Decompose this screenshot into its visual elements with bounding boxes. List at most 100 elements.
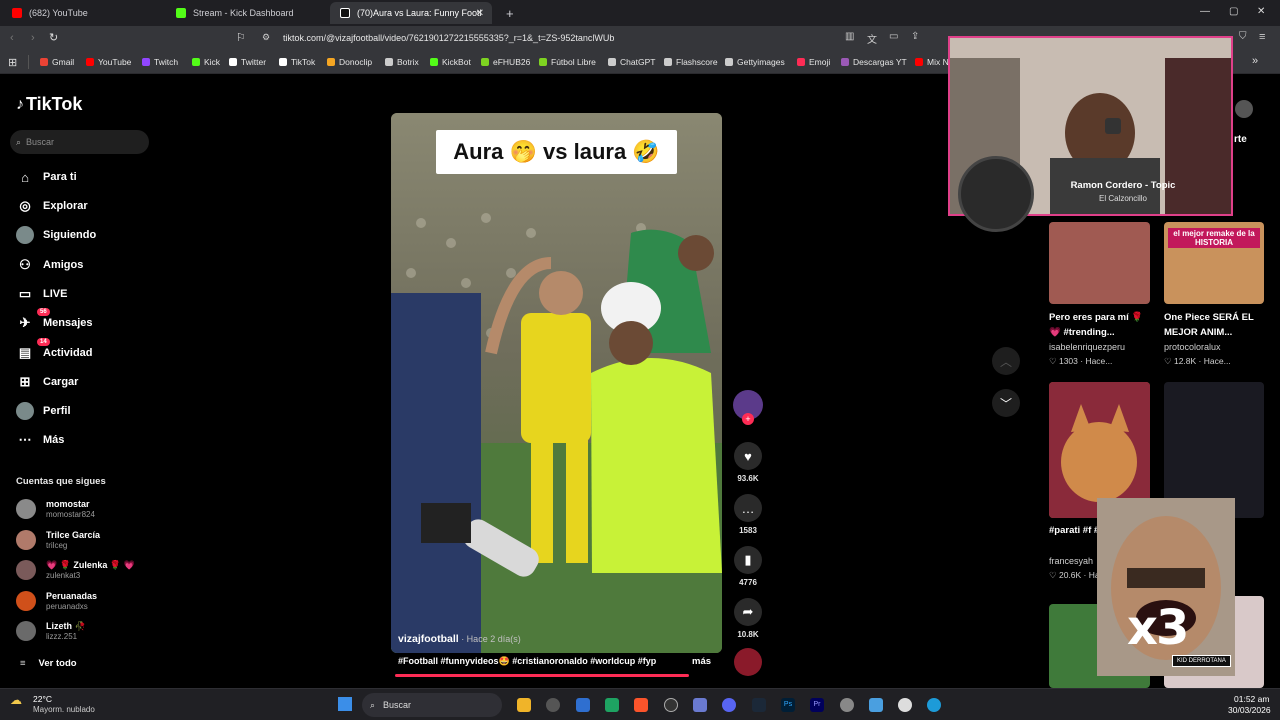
weather-desc[interactable]: Mayorm. nublado — [33, 705, 95, 714]
bookmark-tiktok[interactable]: TikTok — [279, 57, 315, 67]
clock-date[interactable]: 30/03/2026 — [1228, 705, 1271, 715]
bookmark-botrix[interactable]: Botrix — [385, 57, 419, 67]
tab-tiktok-active[interactable]: (70)Aura vs Laura: Funny Footl ✕ — [330, 2, 492, 24]
followed-account[interactable]: Trilce García trilceg — [16, 530, 100, 550]
media-icon[interactable] — [664, 698, 678, 712]
reload-icon[interactable]: ↻ — [49, 31, 58, 44]
sidebar-item-perfil[interactable]: Perfil — [16, 401, 71, 421]
video-author[interactable]: vizajfootball · Hace 2 día(s) — [398, 633, 521, 645]
video-card-2[interactable]: el mejor remake de la HISTORIA — [1164, 222, 1264, 304]
search-input[interactable]: ⌕ Buscar — [10, 130, 149, 154]
translate-icon[interactable]: 文 — [867, 31, 877, 46]
share-icon[interactable]: ⇪ — [911, 31, 919, 42]
discord-icon[interactable] — [722, 698, 736, 712]
followed-account[interactable]: 💗 🌹 Zulenka 🌹 💗 zulenkat3 — [16, 560, 135, 580]
bookmark-emoji[interactable]: Emoji — [797, 57, 830, 67]
sidebar-item-para-ti[interactable]: ⌂ Para ti — [16, 167, 77, 187]
more-bookmarks-icon[interactable]: » — [1252, 55, 1258, 67]
followed-account[interactable]: Lizeth 🥀 lizzz.251 — [16, 621, 86, 641]
bookmark-donoclip[interactable]: Donoclip — [327, 57, 372, 67]
bookmark-youtube[interactable]: YouTube — [86, 57, 131, 67]
apps-grid-icon[interactable]: ⊞ — [8, 56, 17, 69]
settings-app-icon[interactable] — [546, 698, 560, 712]
menu-icon[interactable]: ≡ — [1259, 31, 1265, 43]
taskbar-search[interactable]: ⌕ Buscar — [362, 693, 502, 717]
file-explorer-icon[interactable] — [517, 698, 531, 712]
bookmark-twitter[interactable]: Twitter — [229, 57, 266, 67]
minimize-icon[interactable]: — — [1200, 6, 1210, 17]
user-avatar[interactable] — [1235, 100, 1253, 118]
sidebar-item-amigos[interactable]: ⚇ Amigos — [16, 255, 83, 275]
bookmark-kickbot[interactable]: KickBot — [430, 57, 471, 67]
bookmark-chatgpt[interactable]: ChatGPT — [608, 57, 655, 67]
like-button[interactable]: ♥ 93.6K — [733, 442, 763, 483]
video-hashtags[interactable]: #Football #funnyvideos🤩 #cristianoronald… — [398, 656, 714, 667]
tab-youtube[interactable]: (682) YouTube — [2, 2, 162, 24]
bookmark-f-tbol-libre[interactable]: Fútbol Libre — [539, 57, 596, 67]
card-title[interactable]: One Piece SERÁ EL MEJOR ANIM... — [1164, 310, 1262, 340]
music-disc[interactable] — [733, 648, 763, 676]
player-icon[interactable] — [898, 698, 912, 712]
bookmark-kick[interactable]: Kick — [192, 57, 220, 67]
site-settings-icon[interactable]: ⚙ — [262, 32, 270, 43]
sidebar-item-m-s[interactable]: ⋯ Más — [16, 430, 65, 450]
bookmark-icon[interactable]: ⚐ — [236, 31, 246, 44]
bookmark-gettyimages[interactable]: Gettyimages — [725, 57, 785, 67]
reader-icon[interactable]: ▥ — [845, 31, 854, 42]
sidebar-item-mensajes[interactable]: ✈ 56 Mensajes — [16, 308, 93, 333]
bookmark-flashscore[interactable]: Flashscore — [664, 57, 718, 67]
clock-time[interactable]: 01:52 am — [1234, 694, 1269, 704]
bookmark-efhub26[interactable]: eFHUB26 — [481, 57, 530, 67]
vpn-icon[interactable]: ⛉ — [1239, 31, 1247, 42]
next-video-button[interactable]: ﹀ — [992, 389, 1020, 417]
sidebar-item-explorar[interactable]: ◎ Explorar — [16, 196, 87, 216]
notepad-icon[interactable] — [869, 698, 883, 712]
bookmark-twitch[interactable]: Twitch — [142, 57, 178, 67]
share-button[interactable]: ➦ 10.8K — [733, 598, 763, 639]
card-user[interactable]: protocoloralux — [1164, 342, 1221, 352]
gear-icon[interactable] — [840, 698, 854, 712]
tab-kick[interactable]: Stream - Kick Dashboard — [166, 2, 326, 24]
more-button[interactable]: más — [692, 656, 711, 667]
brave-icon[interactable] — [634, 698, 648, 712]
sidebar-item-actividad[interactable]: ▤ 14 Actividad — [16, 338, 93, 363]
creator-avatar[interactable]: + — [733, 390, 763, 425]
comment-button[interactable]: … 1583 — [733, 494, 763, 535]
cast-icon[interactable]: ▭ — [889, 31, 898, 42]
bookmark-gmail[interactable]: Gmail — [40, 57, 74, 67]
followed-account[interactable]: momostar momostar824 — [16, 499, 95, 519]
card-user[interactable]: francesyah — [1049, 556, 1093, 566]
bookmark-descargas-yt[interactable]: Descargas YT — [841, 57, 907, 67]
followed-account[interactable]: Peruanadas peruanadxs — [16, 591, 97, 611]
maximize-icon[interactable]: ▢ — [1229, 6, 1238, 17]
premiere-icon[interactable]: Pr — [810, 698, 824, 712]
calculator-icon[interactable] — [693, 698, 707, 712]
video-player[interactable] — [391, 113, 722, 653]
sidebar-item-cargar[interactable]: ⊞ Cargar — [16, 372, 79, 392]
sidebar-item-live[interactable]: ▭ LIVE — [16, 284, 68, 304]
see-all-link[interactable]: ≡ Ver todo — [20, 658, 77, 669]
video-progress-bar[interactable] — [395, 674, 689, 677]
app-icon[interactable] — [605, 698, 619, 712]
close-tab-icon[interactable]: ✕ — [476, 8, 484, 19]
steam-icon[interactable] — [752, 698, 766, 712]
close-window-icon[interactable]: ✕ — [1257, 6, 1265, 17]
save-button[interactable]: ▮ 4776 — [733, 546, 763, 587]
edge-icon[interactable] — [927, 698, 941, 712]
video-card-1[interactable] — [1049, 222, 1150, 304]
forward-icon[interactable]: › — [31, 32, 35, 44]
bookmark-mix-n[interactable]: Mix N — [915, 57, 949, 67]
card-user[interactable]: isabelenriquezperu — [1049, 342, 1125, 352]
weather-temp[interactable]: 22°C — [33, 694, 52, 704]
new-tab-button[interactable]: + — [496, 2, 516, 24]
app-icon[interactable] — [576, 698, 590, 712]
windows-start-icon[interactable] — [338, 697, 352, 711]
photoshop-icon[interactable]: Ps — [781, 698, 795, 712]
tiktok-logo[interactable]: ♪ TikTok — [16, 94, 82, 115]
back-icon[interactable]: ‹ — [10, 32, 14, 44]
card-title[interactable]: Pero eres para mí 🌹 💗 #trending... — [1049, 310, 1147, 340]
previous-video-button[interactable]: ︿ — [992, 347, 1020, 375]
follow-plus-icon[interactable]: + — [742, 413, 754, 425]
sidebar-item-siguiendo[interactable]: Siguiendo — [16, 225, 96, 245]
url-field[interactable]: tiktok.com/@vizajfootball/video/76219012… — [283, 33, 614, 43]
